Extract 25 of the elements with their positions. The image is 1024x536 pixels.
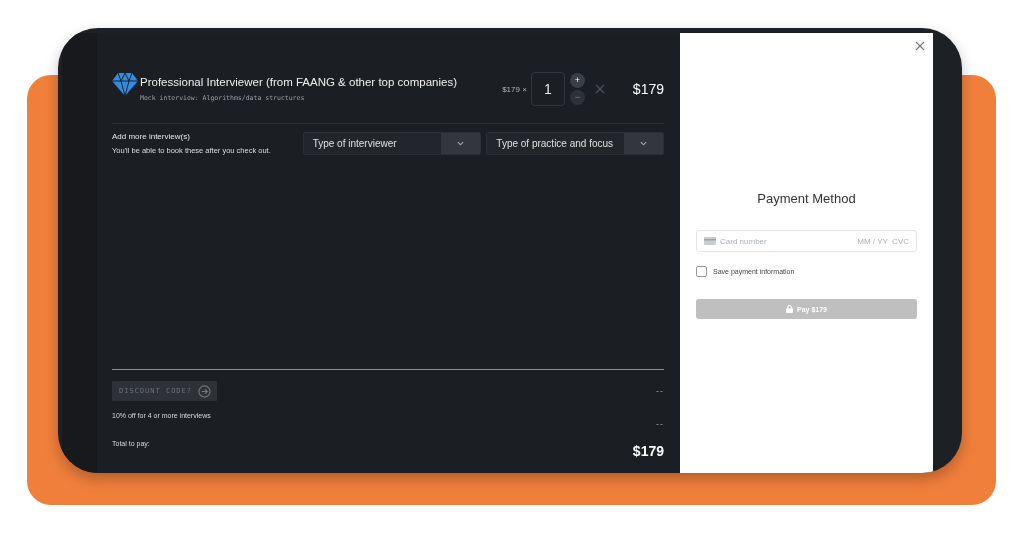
card-number-input[interactable]: Card number bbox=[720, 236, 845, 246]
caret-icon bbox=[457, 141, 465, 146]
increase-button[interactable]: + bbox=[569, 73, 585, 88]
payment-title: Payment Method bbox=[756, 191, 857, 206]
close-icon[interactable] bbox=[915, 41, 925, 51]
arrow-circle-icon bbox=[198, 384, 211, 398]
save-checkbox[interactable] bbox=[696, 266, 707, 277]
dropdown[interactable]: Type of practice and focus bbox=[486, 132, 664, 155]
remove-icon[interactable] bbox=[594, 84, 605, 94]
add-more-title: Add more interview(s) bbox=[112, 132, 191, 141]
dropdown[interactable]: Type of interviewer bbox=[302, 132, 482, 155]
lock-icon bbox=[786, 305, 793, 313]
discount-amount: -- bbox=[656, 386, 664, 396]
item-total: $179 bbox=[632, 81, 664, 97]
unit-price: $179 × bbox=[502, 84, 527, 94]
decrease-button[interactable]: − bbox=[569, 90, 585, 105]
card-input-field[interactable]: Card number MM / YY CVC bbox=[696, 230, 917, 252]
caret-icon bbox=[640, 141, 647, 146]
bulk-discount-amount: -- bbox=[656, 419, 664, 429]
credit-card-icon bbox=[704, 237, 716, 245]
quantity-field[interactable]: 1 bbox=[530, 72, 565, 106]
diamond-icon bbox=[112, 71, 138, 97]
total-amount: $179 bbox=[632, 443, 664, 459]
item-title: Professional Interviewer (from FAANG & other top companies) bbox=[140, 76, 458, 88]
expiry-cvc-input[interactable]: MM / YY CVC bbox=[849, 236, 909, 246]
